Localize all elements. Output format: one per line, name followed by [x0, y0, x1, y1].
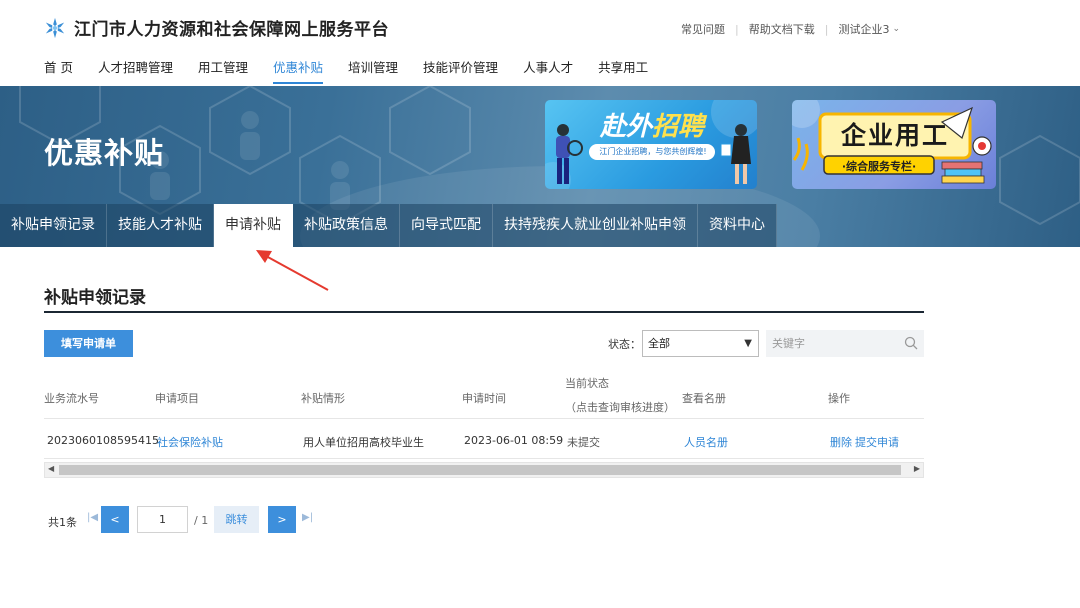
table-row-divider — [44, 458, 924, 459]
search-icon[interactable] — [904, 336, 918, 350]
tab-skilled-talent-subsidy[interactable]: 技能人才补贴 — [107, 204, 214, 247]
nav-home[interactable]: 首 页 — [44, 57, 73, 84]
pager-total-count: 共1条 — [48, 516, 77, 529]
tab-subsidy-records[interactable]: 补贴申领记录 — [0, 204, 107, 247]
scroll-left-icon[interactable]: ◀ — [48, 464, 54, 473]
cell-status[interactable]: 未提交 — [567, 434, 600, 450]
promo-outbound-recruitment[interactable]: 赴外招聘 江门企业招聘，与您共创辉煌! — [545, 100, 757, 189]
cell-item-link[interactable]: 社会保险补贴 — [157, 434, 223, 450]
table-header-divider — [44, 418, 924, 419]
nav-subsidy[interactable]: 优惠补贴 — [273, 57, 324, 84]
cell-roster-link[interactable]: 人员名册 — [684, 434, 728, 450]
nav-shared-employment[interactable]: 共享用工 — [598, 57, 648, 84]
prev-page-button[interactable]: < — [101, 506, 129, 533]
section-divider — [44, 311, 924, 313]
page-total-label: / 1 — [194, 514, 209, 527]
scrollbar-thumb[interactable] — [59, 465, 901, 475]
user-menu[interactable]: 测试企业3 ⌄ — [838, 21, 900, 37]
promo1-subtitle: 江门企业招聘，与您共创辉煌! — [599, 147, 707, 156]
column-header-ops: 操作 — [828, 392, 850, 405]
nav-employment[interactable]: 用工管理 — [198, 57, 248, 84]
keyword-placeholder: 关键字 — [772, 337, 805, 350]
promo2-title: 企业用工 — [840, 121, 949, 150]
page-banner-title: 优惠补贴 — [44, 136, 165, 170]
status-filter-value: 全部 — [648, 337, 670, 350]
promo-enterprise-employment[interactable]: 企业用工 ·综合服务专栏· — [792, 100, 996, 189]
column-header-status: 当前状态 （点击查询审核进度） — [565, 374, 675, 418]
nav-training[interactable]: 培训管理 — [348, 57, 398, 84]
nav-talent-recruitment[interactable]: 人才招聘管理 — [98, 57, 173, 84]
submit-application-link[interactable]: 提交申请 — [855, 434, 899, 450]
tab-subsidy-policy[interactable]: 补贴政策信息 — [293, 204, 400, 247]
column-header-roster: 查看名册 — [682, 392, 726, 405]
help-docs-link[interactable]: 帮助文档下载 — [749, 21, 815, 37]
next-page-button[interactable]: > — [268, 506, 296, 533]
divider: | — [735, 22, 739, 36]
first-page-icon[interactable]: |◀ — [87, 512, 98, 523]
tab-resource-center[interactable]: 资料中心 — [698, 204, 777, 247]
status-filter-select[interactable]: 全部 ▼ — [642, 330, 759, 357]
cell-serial: 2023060108595415 — [47, 434, 159, 447]
site-logo[interactable]: 江门市人力资源和社会保障网上服务平台 — [44, 15, 389, 40]
faq-link[interactable]: 常见问题 — [681, 21, 725, 37]
cell-situation: 用人单位招用高校毕业生 — [303, 436, 424, 449]
column-header-status-line2: （点击查询审核进度） — [565, 401, 675, 414]
user-name: 测试企业3 — [838, 23, 890, 36]
last-page-icon[interactable]: ▶| — [302, 512, 313, 523]
tab-disability-subsidy[interactable]: 扶持残疾人就业创业补贴申领 — [493, 204, 698, 247]
promo1-title: 赴外招聘 — [600, 112, 705, 142]
keyword-search-input[interactable]: 关键字 — [766, 330, 924, 357]
nav-skill-evaluation[interactable]: 技能评价管理 — [423, 57, 498, 84]
jump-page-button[interactable]: 跳转 — [214, 506, 259, 533]
top-links: 常见问题 | 帮助文档下载 | 测试企业3 ⌄ — [681, 21, 900, 37]
tab-guided-matching[interactable]: 向导式匹配 — [400, 204, 493, 247]
cell-time: 2023-06-01 08:59 — [464, 434, 564, 447]
header: 江门市人力资源和社会保障网上服务平台 常见问题 | 帮助文档下载 | 测试企业3… — [0, 0, 1080, 86]
scroll-right-icon[interactable]: ▶ — [914, 464, 920, 473]
nav-personnel[interactable]: 人事人才 — [523, 57, 573, 84]
fill-application-button[interactable]: 填写申请单 — [44, 330, 133, 357]
column-header-status-line1: 当前状态 — [565, 377, 609, 390]
subsidy-tabs: 补贴申领记录 技能人才补贴 申请补贴 补贴政策信息 向导式匹配 扶持残疾人就业创… — [0, 204, 777, 247]
column-header-time: 申请时间 — [462, 392, 506, 405]
status-filter-label: 状态： — [608, 338, 641, 351]
column-header-serial: 业务流水号 — [44, 392, 99, 405]
main-nav: 首 页 人才招聘管理 用工管理 优惠补贴 培训管理 技能评价管理 人事人才 共享… — [44, 57, 673, 84]
table-horizontal-scrollbar[interactable]: ◀ ▶ — [44, 462, 924, 478]
column-header-situation: 补贴情形 — [301, 392, 345, 405]
chevron-down-icon: ⌄ — [892, 24, 900, 34]
logo-icon — [45, 17, 65, 38]
column-header-item: 申请项目 — [155, 392, 199, 405]
page-number-input[interactable]: 1 — [137, 506, 188, 533]
section-title: 补贴申领记录 — [44, 288, 146, 308]
chevron-down-icon: ▼ — [744, 338, 752, 349]
tab-apply-subsidy[interactable]: 申请补贴 — [214, 204, 293, 247]
site-title: 江门市人力资源和社会保障网上服务平台 — [74, 20, 389, 40]
delete-link[interactable]: 删除 — [830, 434, 852, 450]
divider: | — [824, 22, 829, 36]
promo2-subtitle: ·综合服务专栏· — [841, 160, 917, 173]
